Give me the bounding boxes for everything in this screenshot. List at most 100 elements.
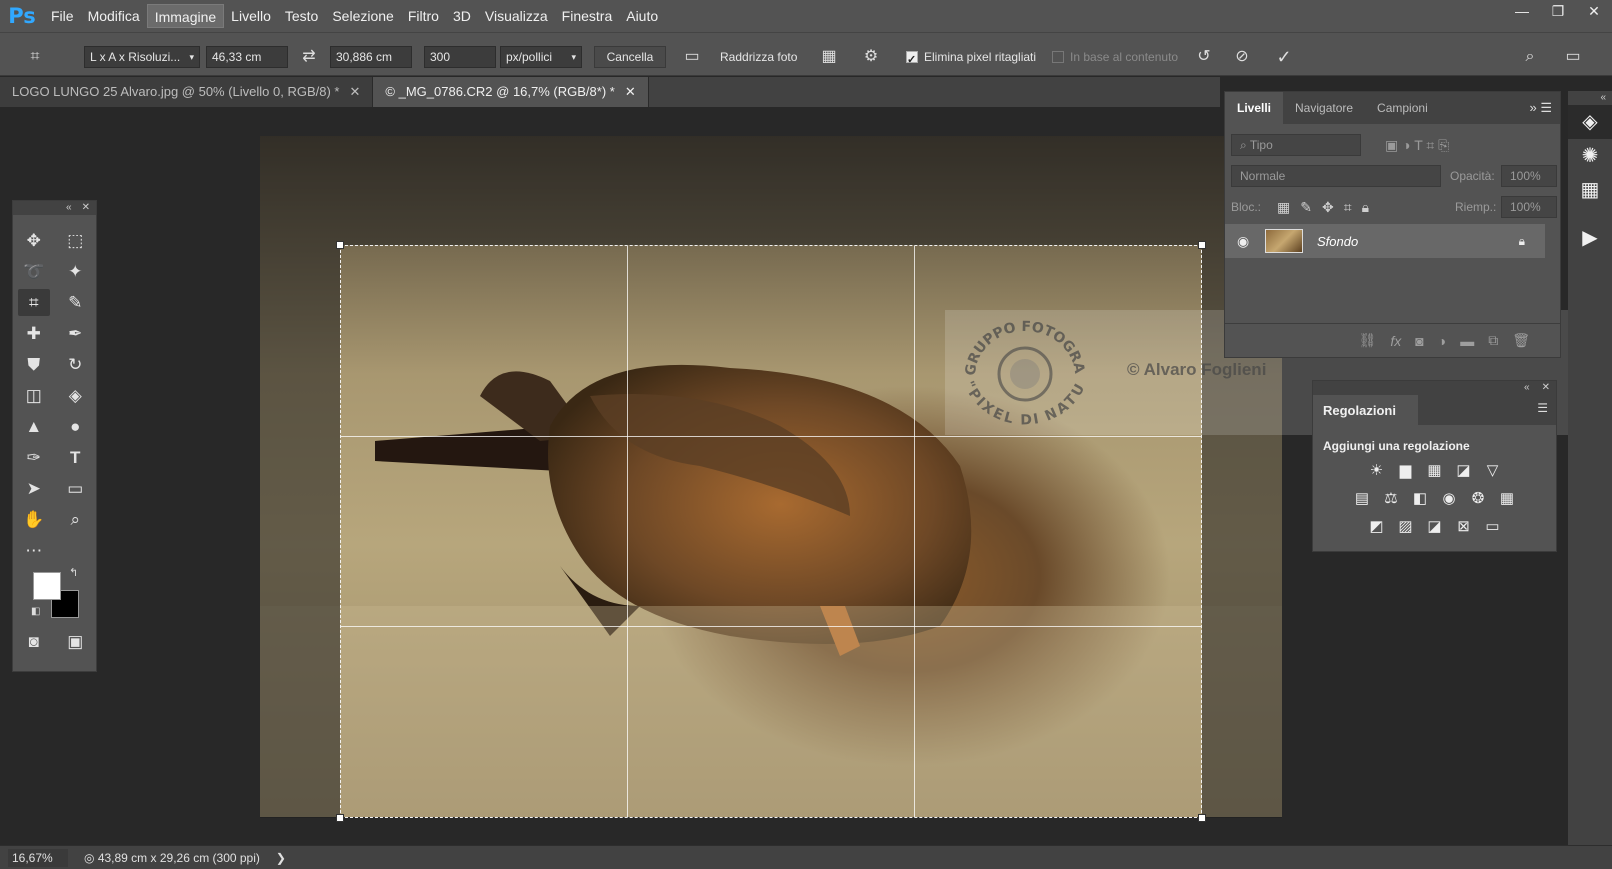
- type-tool-icon[interactable]: T: [59, 444, 91, 471]
- eraser-tool-icon[interactable]: ◫: [18, 382, 50, 409]
- folder-icon[interactable]: ▬: [1460, 333, 1474, 349]
- menu-immagine[interactable]: Immagine: [146, 4, 225, 28]
- close-button[interactable]: ✕: [1576, 0, 1612, 22]
- menu-3d[interactable]: 3D: [446, 4, 478, 28]
- threshold-icon[interactable]: ◪: [1425, 517, 1445, 537]
- search-icon[interactable]: ⌕: [1518, 46, 1542, 68]
- collapse-icon[interactable]: «: [66, 201, 72, 215]
- grid-dock-icon[interactable]: ▦: [1568, 173, 1612, 207]
- panel-menu-icon[interactable]: » ☰: [1530, 92, 1553, 124]
- opacity-field[interactable]: 100%: [1501, 165, 1557, 187]
- screen-mode-icon[interactable]: ▣: [59, 628, 91, 655]
- move-tool-icon[interactable]: ✥: [18, 227, 50, 254]
- channel-mixer-icon[interactable]: ❂: [1468, 489, 1488, 509]
- panel-menu-icon[interactable]: ☰: [1537, 401, 1548, 415]
- crop-handle-bottom-left[interactable]: [336, 814, 344, 822]
- menu-filtro[interactable]: Filtro: [401, 4, 446, 28]
- gradient-map-icon[interactable]: ▭: [1483, 517, 1503, 537]
- exposure-icon[interactable]: ◪: [1454, 461, 1474, 481]
- swap-colors-icon[interactable]: ↰: [69, 566, 78, 579]
- delete-pixels-option[interactable]: Elimina pixel ritagliati: [906, 46, 1036, 71]
- crop-handle-bottom-right[interactable]: [1198, 814, 1206, 822]
- reset-icon[interactable]: ↺: [1192, 46, 1216, 68]
- zoom-field[interactable]: 16,67%: [8, 848, 68, 867]
- more-tools-icon[interactable]: ⋯: [18, 537, 50, 564]
- layer-filter-field[interactable]: ⌕ Tipo: [1231, 134, 1361, 156]
- menu-visualizza[interactable]: Visualizza: [478, 4, 555, 28]
- eyedropper-tool-icon[interactable]: ✎: [59, 289, 91, 316]
- menu-selezione[interactable]: Selezione: [325, 4, 401, 28]
- quick-mask-icon[interactable]: ◙: [18, 628, 50, 655]
- menu-testo[interactable]: Testo: [278, 4, 325, 28]
- posterize-icon[interactable]: ▨: [1396, 517, 1416, 537]
- mask-icon[interactable]: ◙: [1415, 333, 1423, 349]
- blend-mode-select[interactable]: Normale: [1231, 165, 1441, 187]
- layer-row-sfondo[interactable]: ◉ Sfondo 🔒︎: [1225, 224, 1545, 258]
- fill-field[interactable]: 100%: [1501, 196, 1557, 218]
- tab-campioni[interactable]: Campioni: [1365, 92, 1440, 124]
- menu-livello[interactable]: Livello: [224, 4, 278, 28]
- foreground-color-swatch-top[interactable]: [33, 572, 61, 600]
- tab-photo-document[interactable]: © _MG_0786.CR2 @ 16,7% (RGB/8*) * ✕: [373, 77, 649, 107]
- hand-tool-icon[interactable]: ✋: [18, 506, 50, 533]
- close-icon[interactable]: ✕: [625, 77, 636, 107]
- vibrance-icon[interactable]: ▽: [1483, 461, 1503, 481]
- lasso-tool-icon[interactable]: ➰: [18, 258, 50, 285]
- crop-handle-top-right[interactable]: [1198, 241, 1206, 249]
- eye-icon[interactable]: ◉: [1237, 233, 1249, 250]
- straighten-icon[interactable]: ▭: [680, 46, 704, 68]
- resolution-field[interactable]: 300: [424, 46, 496, 68]
- restore-button[interactable]: ❐: [1540, 0, 1576, 22]
- paint-bucket-tool-icon[interactable]: ◈: [59, 382, 91, 409]
- marquee-tool-icon[interactable]: ⬚: [59, 227, 91, 254]
- menu-finestra[interactable]: Finestra: [555, 4, 620, 28]
- crop-icon[interactable]: ⌗: [22, 46, 48, 68]
- magic-wand-tool-icon[interactable]: ✦: [59, 258, 91, 285]
- tab-regolazioni[interactable]: Regolazioni: [1323, 403, 1396, 418]
- new-layer-icon[interactable]: ⧉: [1488, 332, 1498, 349]
- close-icon[interactable]: ✕: [350, 77, 361, 107]
- crop-handle-top-left[interactable]: [336, 241, 344, 249]
- ratio-select[interactable]: L x A x Risoluzi... ▾: [84, 46, 200, 68]
- overlay-grid-icon[interactable]: ▦: [816, 46, 842, 68]
- minimize-button[interactable]: —: [1504, 0, 1540, 22]
- crop-tool-icon[interactable]: ⌗: [17, 289, 50, 316]
- zoom-tool-icon[interactable]: ⌕: [59, 506, 91, 533]
- collapse-icon[interactable]: «: [1568, 91, 1612, 105]
- status-menu-arrow[interactable]: ❯: [276, 851, 286, 865]
- workspace-icon[interactable]: ▭: [1560, 46, 1586, 68]
- trash-icon[interactable]: 🗑︎: [1512, 332, 1530, 349]
- tab-navigatore[interactable]: Navigatore: [1283, 92, 1365, 124]
- clone-stamp-tool-icon[interactable]: ⛊: [18, 351, 50, 378]
- dodge-tool-icon[interactable]: ●: [59, 413, 91, 440]
- layers-dock-icon[interactable]: ◈: [1568, 105, 1612, 139]
- gear-icon[interactable]: ⚙: [858, 46, 884, 68]
- cancel-crop-icon[interactable]: ⊘: [1230, 46, 1254, 68]
- content-aware-checkbox[interactable]: [1052, 51, 1064, 63]
- selective-color-icon[interactable]: ⊠: [1454, 517, 1474, 537]
- lock-icons[interactable]: ▦✎✥⌗🔒︎: [1277, 196, 1379, 218]
- close-icon[interactable]: ✕: [82, 201, 90, 215]
- delete-pixels-checkbox[interactable]: [906, 49, 918, 71]
- straighten-button[interactable]: Raddrizza foto: [720, 46, 797, 68]
- color-lookup-icon[interactable]: ▦: [1497, 489, 1517, 509]
- collapse-icon[interactable]: «: [1524, 381, 1530, 395]
- commit-check-icon[interactable]: ✓: [1272, 46, 1296, 68]
- healing-brush-tool-icon[interactable]: ✚: [18, 320, 50, 347]
- photo-filter-icon[interactable]: ◉: [1439, 489, 1459, 509]
- pen-tool-icon[interactable]: ✑: [18, 444, 50, 471]
- levels-icon[interactable]: ▆: [1396, 461, 1416, 481]
- height-field[interactable]: 30,886 cm: [330, 46, 412, 68]
- black-white-icon[interactable]: ◧: [1410, 489, 1430, 509]
- history-brush-tool-icon[interactable]: ↻: [59, 351, 91, 378]
- menu-file[interactable]: File: [44, 4, 81, 28]
- tab-livelli[interactable]: Livelli: [1225, 92, 1284, 124]
- default-colors-icon[interactable]: ◧: [31, 606, 40, 617]
- adjustment-icon[interactable]: ◑: [1438, 333, 1446, 349]
- rectangle-tool-icon[interactable]: ▭: [59, 475, 91, 502]
- menu-modifica[interactable]: Modifica: [81, 4, 147, 28]
- path-selection-tool-icon[interactable]: ➤: [18, 475, 50, 502]
- clear-button[interactable]: Cancella: [594, 46, 666, 68]
- brush-tool-icon[interactable]: ✒: [59, 320, 91, 347]
- fx-icon[interactable]: fx: [1390, 333, 1401, 349]
